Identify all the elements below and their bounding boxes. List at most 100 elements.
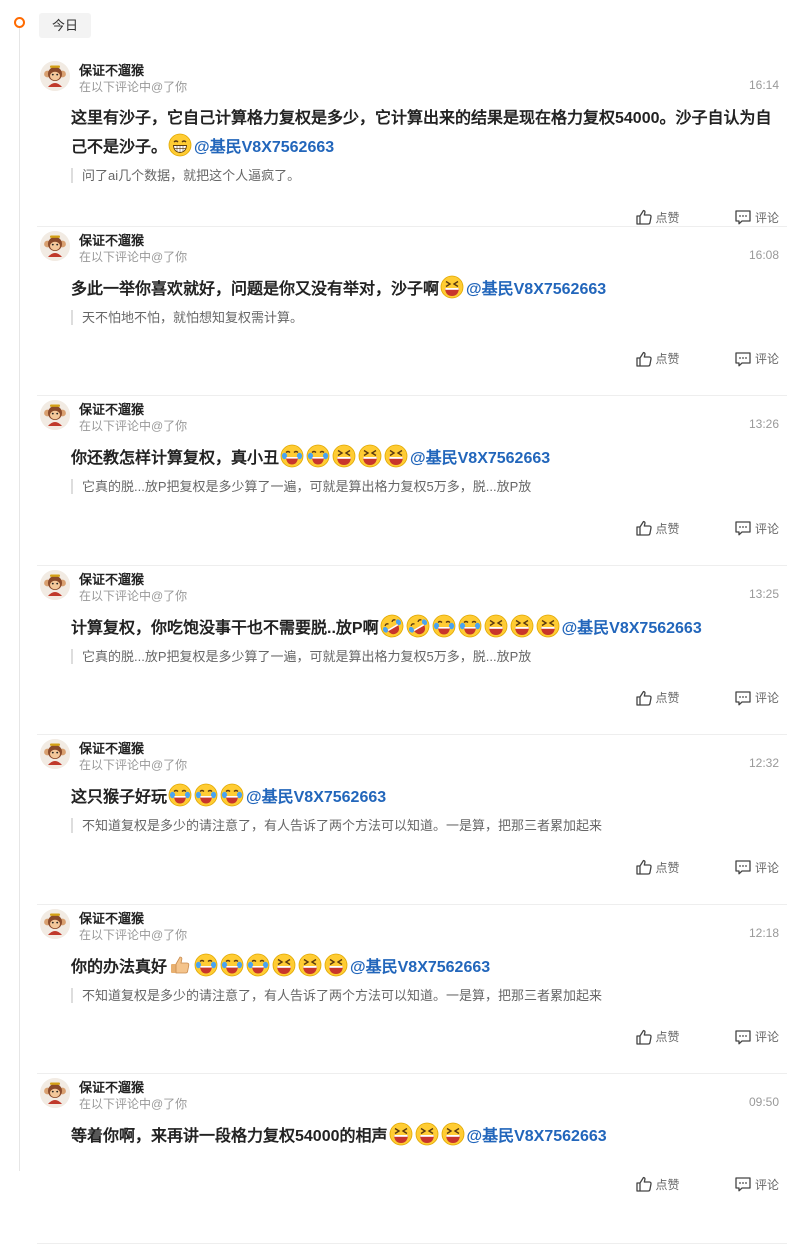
xd-emoji-icon (324, 953, 348, 976)
comment-button[interactable]: 评论 (734, 1028, 779, 1046)
monkey-avatar-icon (40, 61, 70, 91)
mention-link[interactable]: @基民V8X7562663 (246, 789, 386, 806)
rofl-emoji-icon (380, 614, 403, 637)
like-label: 点赞 (655, 210, 680, 225)
emoji-group (379, 614, 561, 637)
emoji-group (167, 133, 193, 157)
username[interactable]: 保证不遛猴 (79, 230, 144, 249)
emoji-group (167, 953, 349, 976)
timestamp: 12:18 (748, 925, 779, 940)
action-bar: 点赞 评论 (585, 858, 779, 878)
mention-link[interactable]: @基民V8X7562663 (194, 139, 334, 156)
mention-link[interactable]: @基民V8X7562663 (467, 1128, 607, 1145)
username[interactable]: 保证不遛猴 (79, 908, 144, 927)
timestamp: 13:26 (748, 417, 779, 431)
comment-card-7: 保证不遛猴 在以下评论中@了你 09:50 等着你啊，来再讲一段格力复权5400… (37, 1074, 787, 1244)
timestamp: 12:32 (748, 756, 779, 770)
username[interactable]: 保证不遛猴 (79, 399, 144, 418)
xd-emoji-icon (510, 614, 533, 637)
like-button[interactable]: 点赞 (635, 689, 680, 707)
action-bar: 点赞 评论 (585, 1175, 779, 1195)
monkey-avatar-icon (40, 1078, 70, 1108)
xd-emoji-icon (536, 614, 559, 637)
comment-card-6: 保证不遛猴 在以下评论中@了你 12:18 你的办法真好 @基民V8X75626… (37, 905, 787, 1074)
like-button[interactable]: 点赞 (635, 858, 680, 876)
username[interactable]: 保证不遛猴 (79, 1077, 144, 1096)
like-label: 点赞 (655, 1177, 680, 1192)
action-bar: 点赞 评论 (585, 689, 779, 709)
comment-content: 这里有沙子，它自己计算格力复权是多少，它计算出来的结果是现在格力复权54000。… (71, 105, 783, 162)
comment-button[interactable]: 评论 (734, 350, 779, 368)
like-button[interactable]: 点赞 (635, 1028, 680, 1046)
avatar[interactable] (40, 569, 70, 600)
comment-card-5: 保证不遛猴 在以下评论中@了你 12:32 这只猴子好玩 @基民V8X75626… (37, 735, 787, 905)
like-button[interactable]: 点赞 (635, 208, 680, 226)
username[interactable]: 保证不遛猴 (79, 60, 144, 79)
like-button[interactable]: 点赞 (635, 350, 680, 368)
notification-subtitle: 在以下评论中@了你 (79, 1097, 188, 1111)
action-bar: 点赞 评论 (585, 350, 779, 370)
emoji-group (279, 444, 409, 468)
quoted-comment[interactable]: 它真的脱...放P把复权是多少算了一遍，可就是算出格力复权5万多，脱...放P放 (71, 648, 531, 664)
like-button[interactable]: 点赞 (635, 519, 680, 537)
monkey-avatar-icon (40, 908, 70, 939)
monkey-avatar-icon (40, 569, 70, 600)
like-button[interactable]: 点赞 (635, 1175, 680, 1193)
avatar[interactable] (40, 230, 70, 261)
comment-icon (735, 690, 751, 705)
comment-content: 等着你啊，来再讲一段格力复权54000的相声 @基民V8X7562663 (71, 1122, 783, 1151)
comment-button[interactable]: 评论 (734, 858, 779, 876)
timestamp: 13:25 (748, 586, 779, 601)
quoted-comment[interactable]: 天不怕地不怕，就怕想知复权需计算。 (71, 309, 303, 325)
comment-card-2: 保证不遛猴 在以下评论中@了你 16:08 多此一举你喜欢就好，问题是你又没有举… (37, 227, 787, 396)
monkey-avatar-icon (40, 230, 70, 261)
xd-emoji-icon (484, 614, 507, 637)
xd-emoji-icon (384, 444, 408, 468)
rofl-emoji-icon (406, 614, 429, 637)
timeline-line (19, 26, 20, 1171)
avatar[interactable] (40, 739, 70, 769)
quoted-comment[interactable]: 问了ai几个数据，就把这个人逼疯了。 (71, 168, 300, 183)
mention-link[interactable]: @基民V8X7562663 (410, 450, 550, 467)
notification-subtitle: 在以下评论中@了你 (79, 419, 188, 433)
comment-button[interactable]: 评论 (734, 208, 779, 226)
comment-label: 评论 (754, 352, 779, 366)
comment-text: 等着你啊，来再讲一段格力复权54000的相声 (71, 1128, 388, 1145)
avatar[interactable] (40, 61, 70, 91)
comment-button[interactable]: 评论 (734, 519, 779, 537)
thumbs-up-icon (635, 1029, 652, 1045)
avatar[interactable] (40, 908, 70, 939)
comment-label: 评论 (754, 210, 779, 225)
quoted-comment[interactable]: 不知道复权是多少的请注意了，有人告诉了两个方法可以知道。一是算，把那三者累加起来 (71, 987, 602, 1003)
cry-laugh-emoji-icon (306, 444, 330, 468)
mention-link[interactable]: @基民V8X7562663 (350, 959, 490, 976)
mention-link[interactable]: @基民V8X7562663 (466, 281, 606, 298)
quoted-comment[interactable]: 它真的脱...放P把复权是多少算了一遍，可就是算出格力复权5万多，脱...放P放 (71, 479, 531, 494)
thumbs-up-icon (635, 1176, 652, 1192)
timestamp: 16:14 (748, 78, 779, 92)
comment-icon (735, 351, 751, 366)
notification-subtitle: 在以下评论中@了你 (79, 249, 188, 264)
grin-emoji-icon (168, 133, 192, 157)
avatar[interactable] (40, 1078, 70, 1108)
username[interactable]: 保证不遛猴 (79, 569, 144, 588)
comment-button[interactable]: 评论 (734, 689, 779, 707)
xd-emoji-icon (415, 1122, 438, 1146)
thumbs-up-icon (635, 209, 652, 225)
mention-link[interactable]: @基民V8X7562663 (562, 620, 702, 637)
like-label: 点赞 (655, 860, 680, 875)
comment-text: 计算复权，你吃饱没事干也不需要脱..放P啊 (71, 619, 379, 637)
xd-emoji-icon (358, 444, 382, 468)
avatar[interactable] (40, 400, 70, 430)
username[interactable]: 保证不遛猴 (79, 738, 144, 757)
action-bar: 点赞 评论 (585, 519, 779, 539)
comment-text: 这只猴子好玩 (71, 789, 168, 806)
notification-subtitle: 在以下评论中@了你 (79, 80, 188, 94)
comment-button[interactable]: 评论 (734, 1175, 779, 1193)
xd-emoji-icon (389, 1122, 412, 1146)
thumbs-up-icon (635, 351, 652, 367)
quoted-comment[interactable]: 不知道复权是多少的请注意了，有人告诉了两个方法可以知道。一是算，把那三者累加起来 (71, 818, 602, 833)
cry-laugh-emoji-icon (280, 444, 304, 468)
cry-laugh-emoji-icon (246, 953, 270, 976)
comment-feed: 保证不遛猴 在以下评论中@了你 16:14 这里有沙子，它自己计算格力复权是多少… (37, 57, 787, 1244)
